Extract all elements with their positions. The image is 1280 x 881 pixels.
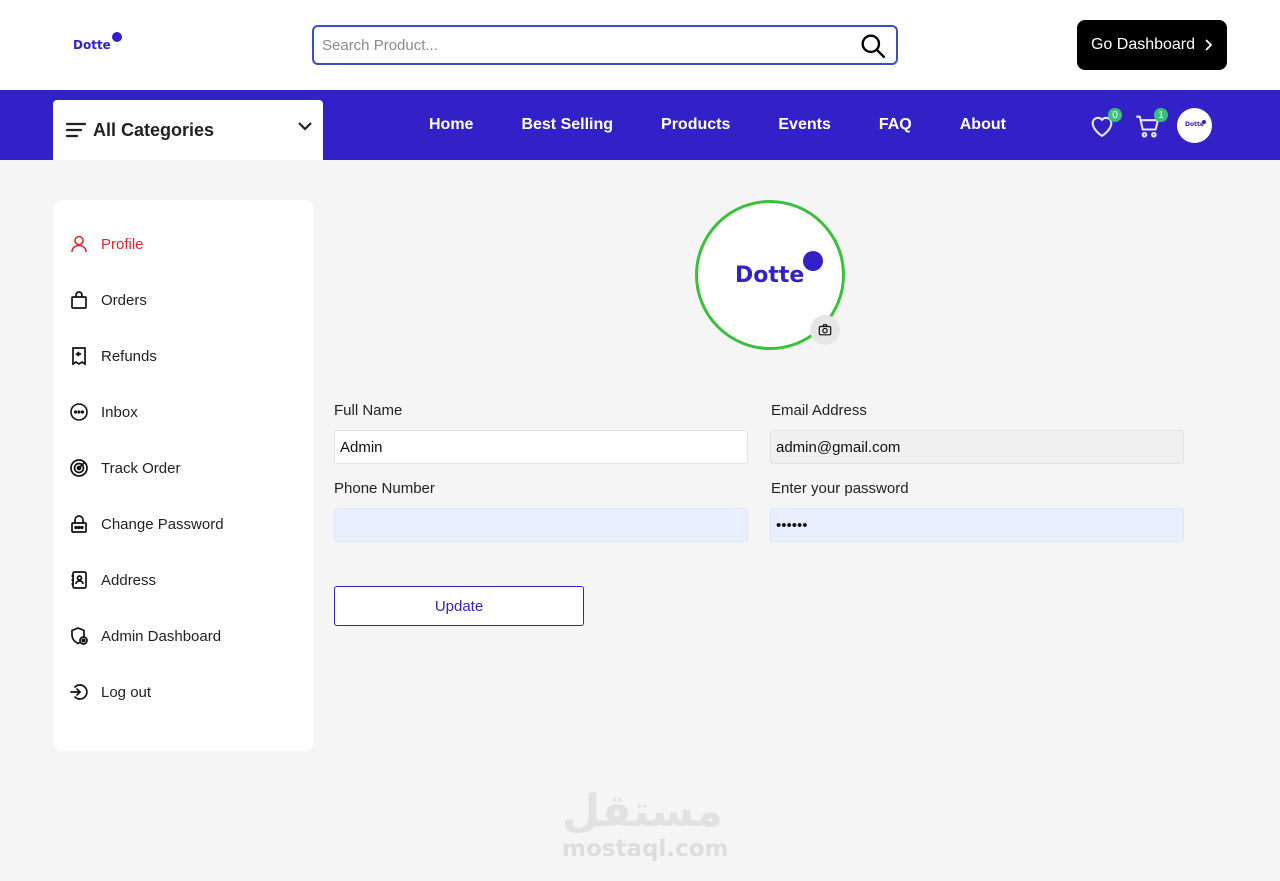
email-input[interactable] (770, 430, 1184, 464)
watermark-arabic: مستقل (562, 786, 723, 837)
sidebar-item-log-out[interactable]: Log out (69, 680, 151, 704)
sidebar-item-address[interactable]: Address (69, 568, 156, 592)
email-label: Email Address (771, 402, 867, 419)
sidebar-item-label: Change Password (101, 515, 224, 533)
chat-icon (70, 403, 88, 421)
chevron-right-icon (1205, 39, 1213, 51)
nav-link-products[interactable]: Products (661, 116, 730, 134)
change-avatar-button[interactable] (810, 315, 840, 345)
password-label: Enter your password (771, 480, 909, 497)
sidebar-item-refunds[interactable]: Refunds (69, 344, 157, 368)
radar-icon (70, 459, 88, 477)
all-categories-label: All Categories (93, 119, 215, 140)
search-input[interactable] (314, 27, 834, 63)
logo-text: Dotte (73, 38, 111, 52)
profile-avatar-dot (803, 251, 823, 271)
go-dashboard-label: Go Dashboard (1090, 36, 1196, 53)
main-nav: Home Best Selling Products Events FAQ Ab… (405, 90, 1030, 160)
sidebar-item-label: Track Order (101, 459, 181, 477)
receipt-refund-icon (72, 347, 86, 366)
user-icon (71, 235, 87, 253)
watermark-latin: mostaql.com (562, 836, 729, 862)
sidebar-item-inbox[interactable]: Inbox (69, 400, 138, 424)
update-button[interactable]: Update (334, 586, 584, 626)
logo-dot (112, 32, 122, 42)
phone-input[interactable] (334, 508, 748, 542)
admin-shield-icon (71, 627, 88, 645)
go-dashboard-button[interactable]: Go Dashboard (1077, 20, 1227, 70)
logout-icon (70, 684, 88, 700)
sidebar-item-admin-dashboard[interactable]: Admin Dashboard (69, 624, 221, 648)
profile-avatar-text: Dotte (735, 263, 805, 288)
sidebar-item-label: Log out (101, 683, 152, 701)
sidebar-item-profile[interactable]: Profile (69, 232, 144, 256)
chevron-down-icon (298, 122, 312, 131)
cart-button[interactable]: 1 (1134, 108, 1168, 140)
sidebar-item-change-password[interactable]: Change Password (69, 512, 224, 536)
cart-count-badge: 1 (1154, 108, 1168, 122)
full-name-input[interactable] (334, 430, 748, 464)
shopping-bag-icon (71, 291, 87, 309)
sidebar-item-label: Refunds (101, 347, 157, 365)
camera-icon (818, 324, 832, 336)
top-header: Dotte Go Dashboard (0, 0, 1280, 90)
sidebar-item-label: Address (101, 571, 157, 589)
nav-link-home[interactable]: Home (429, 116, 473, 134)
profile-sidebar: Profile Orders Refunds Inbox Track Order… (53, 200, 314, 751)
phone-label: Phone Number (334, 480, 435, 497)
sidebar-item-orders[interactable]: Orders (69, 288, 147, 312)
address-book-icon (71, 571, 87, 589)
sidebar-item-label: Inbox (101, 403, 138, 421)
full-name-label: Full Name (334, 402, 403, 419)
sidebar-item-label: Profile (101, 235, 144, 253)
avatar-dot (1202, 120, 1206, 124)
password-input[interactable] (770, 508, 1184, 542)
nav-bar: All Categories Home Best Selling Product… (0, 90, 1280, 160)
wishlist-count-badge: 0 (1108, 108, 1122, 122)
menu-lines-icon (65, 122, 87, 138)
user-avatar[interactable]: Dotte (1177, 108, 1212, 143)
nav-link-faq[interactable]: FAQ (879, 116, 912, 134)
lock-icon (71, 515, 87, 533)
all-categories-dropdown[interactable]: All Categories (53, 100, 323, 160)
sidebar-item-label: Orders (101, 291, 147, 309)
nav-link-about[interactable]: About (960, 116, 1006, 134)
search-bar (312, 25, 898, 65)
nav-link-best-selling[interactable]: Best Selling (521, 116, 613, 134)
nav-link-events[interactable]: Events (778, 116, 830, 134)
sidebar-item-label: Admin Dashboard (101, 627, 222, 645)
sidebar-item-track-order[interactable]: Track Order (69, 456, 180, 480)
search-icon[interactable] (860, 33, 886, 59)
wishlist-button[interactable]: 0 (1088, 108, 1122, 140)
